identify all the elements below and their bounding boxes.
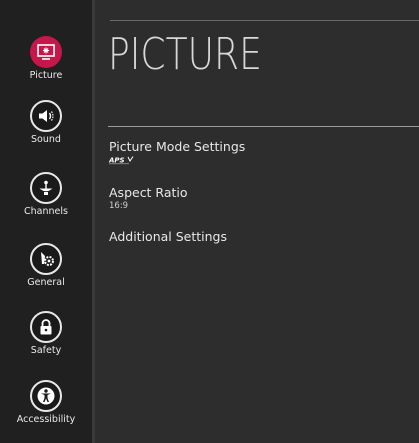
aps-logo-icon: APS — [109, 156, 134, 165]
sidebar-item-sound[interactable]: Sound — [0, 100, 92, 145]
page-title: PICTURE — [108, 29, 262, 80]
menu-item-picture-mode-settings[interactable]: Picture Mode Settings APS — [109, 139, 245, 165]
sidebar-item-safety[interactable]: Safety — [0, 311, 92, 356]
menu-item-value: 16:9 — [109, 201, 129, 211]
sidebar-item-picture[interactable]: Picture — [0, 36, 92, 81]
menu-item-additional-settings[interactable]: Additional Settings — [109, 229, 227, 244]
satellite-dish-icon — [30, 172, 62, 204]
title-divider — [108, 126, 419, 127]
menu-item-label: Additional Settings — [109, 229, 227, 244]
accessibility-icon — [30, 380, 62, 412]
speaker-icon — [30, 100, 62, 132]
lock-icon — [30, 311, 62, 343]
sidebar-item-channels[interactable]: Channels — [0, 172, 92, 217]
header-divider — [110, 20, 419, 21]
sidebar-item-label: General — [27, 277, 65, 288]
menu-item-aspect-ratio[interactable]: Aspect Ratio 16:9 — [109, 185, 188, 211]
sidebar-divider — [92, 0, 95, 443]
sidebar-item-accessibility[interactable]: Accessibility — [0, 380, 92, 425]
menu-item-label: Picture Mode Settings — [109, 139, 246, 154]
sidebar-item-label: Accessibility — [16, 414, 76, 425]
sidebar-item-label: Picture — [29, 70, 63, 81]
menu-item-label: Aspect Ratio — [109, 185, 188, 200]
settings-screen: Picture Sound Channels General Safety Ac… — [0, 0, 419, 443]
sidebar-item-label: Channels — [24, 206, 68, 217]
settings-sidebar: Picture Sound Channels General Safety Ac… — [0, 0, 92, 443]
sidebar-item-general[interactable]: General — [0, 243, 92, 288]
picture-icon — [30, 36, 62, 68]
svg-text:APS: APS — [109, 157, 125, 165]
sidebar-item-label: Safety — [30, 345, 62, 356]
sidebar-item-label: Sound — [31, 134, 61, 145]
tools-icon — [30, 243, 62, 275]
